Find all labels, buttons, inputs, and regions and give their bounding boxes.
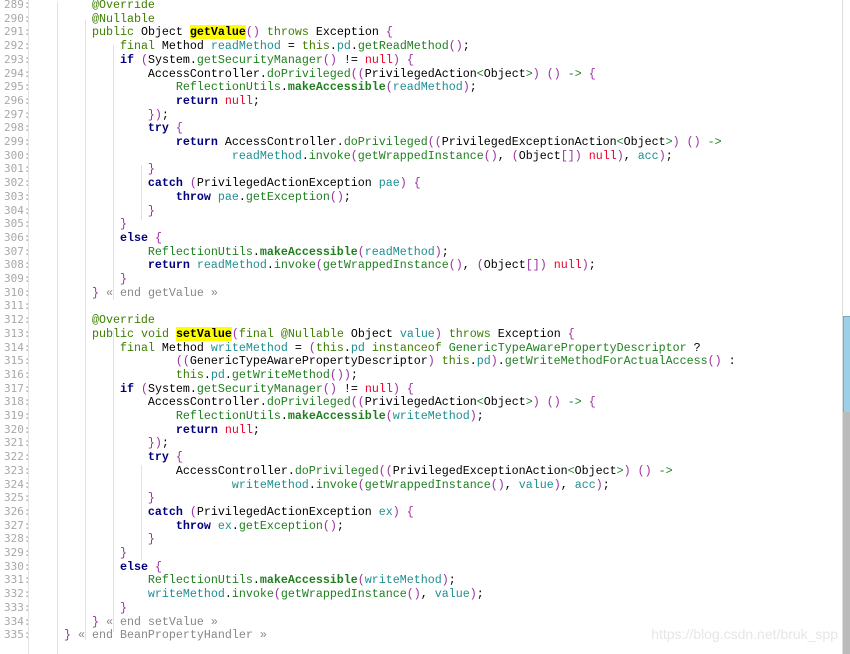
line-number: 300: — [4, 149, 31, 162]
overview-ruler[interactable] — [842, 0, 850, 654]
line-number: 292: — [4, 39, 31, 52]
code-text[interactable]: try { — [36, 450, 183, 464]
line-number: 302: — [4, 176, 31, 189]
line-number: 334: — [4, 615, 31, 628]
line-number: 290: — [4, 12, 31, 25]
code-text[interactable]: catch (PrivilegedActionException pae) { — [36, 176, 421, 190]
code-text[interactable]: throw pae.getException(); — [36, 190, 351, 204]
code-text[interactable]: else { — [36, 560, 162, 574]
line-number: 327: — [4, 519, 31, 532]
line-number: 330: — [4, 560, 31, 573]
code-text[interactable]: AccessController.doPrivileged((Privilege… — [36, 67, 596, 81]
code-text[interactable]: final Method readMethod = this.pd.getRea… — [36, 39, 470, 53]
code-text[interactable]: } — [36, 204, 155, 218]
code-text[interactable]: } — [36, 532, 155, 546]
line-number: 328: — [4, 532, 31, 545]
line-number: 320: — [4, 423, 31, 436]
indent-guide — [141, 465, 142, 560]
indent-guide — [113, 45, 114, 300]
line-number: 324: — [4, 478, 31, 491]
line-number: 297: — [4, 108, 31, 121]
code-text[interactable]: } « end setValue » — [36, 615, 218, 629]
line-number: 312: — [4, 313, 31, 326]
line-number: 309: — [4, 272, 31, 285]
code-text[interactable]: if (System.getSecurityManager() != null)… — [36, 53, 414, 67]
code-text[interactable]: ReflectionUtils.makeAccessible(writeMeth… — [36, 573, 456, 587]
indent-guide — [85, 20, 86, 640]
code-text[interactable]: AccessController.doPrivileged((Privilege… — [36, 464, 673, 478]
line-number: 293: — [4, 53, 31, 66]
indent-guide — [113, 330, 114, 632]
line-number: 299: — [4, 135, 31, 148]
code-text[interactable]: AccessController.doPrivileged((Privilege… — [36, 395, 596, 409]
code-text[interactable]: if (System.getSecurityManager() != null)… — [36, 382, 414, 396]
line-number: 308: — [4, 258, 31, 271]
code-text[interactable]: writeMethod.invoke(getWrappedInstance(),… — [36, 587, 484, 601]
code-text[interactable]: public Object getValue() throws Exceptio… — [36, 25, 393, 39]
line-number: 318: — [4, 395, 31, 408]
line-number: 335: — [4, 628, 31, 641]
line-number: 303: — [4, 190, 31, 203]
line-number: 331: — [4, 573, 31, 586]
line-number: 298: — [4, 121, 31, 134]
line-number: 306: — [4, 231, 31, 244]
code-text[interactable]: ReflectionUtils.makeAccessible(readMetho… — [36, 80, 477, 94]
code-text[interactable]: ReflectionUtils.makeAccessible(readMetho… — [36, 245, 449, 259]
code-text[interactable]: }); — [36, 436, 169, 450]
code-text[interactable]: @Override — [36, 0, 155, 12]
line-number: 313: — [4, 327, 31, 340]
code-text[interactable]: return null; — [36, 423, 260, 437]
line-number: 305: — [4, 217, 31, 230]
line-number: 326: — [4, 505, 31, 518]
indent-guide — [141, 165, 142, 220]
line-number: 323: — [4, 464, 31, 477]
line-number: 333: — [4, 601, 31, 614]
code-text[interactable]: public void setValue(final @Nullable Obj… — [36, 327, 575, 341]
line-number: 317: — [4, 382, 31, 395]
code-text[interactable]: return AccessController.doPrivileged((Pr… — [36, 135, 722, 149]
line-number: 315: — [4, 354, 31, 367]
code-text[interactable]: } « end BeanPropertyHandler » — [36, 628, 267, 642]
code-text[interactable]: throw ex.getException(); — [36, 519, 344, 533]
code-text[interactable]: return null; — [36, 94, 260, 108]
code-text[interactable]: writeMethod.invoke(getWrappedInstance(),… — [36, 478, 610, 492]
line-number: 304: — [4, 204, 31, 217]
line-number: 289: — [4, 0, 31, 11]
line-number: 294: — [4, 67, 31, 80]
line-number: 310: — [4, 286, 31, 299]
line-number: 325: — [4, 491, 31, 504]
line-number: 314: — [4, 341, 31, 354]
line-number: 301: — [4, 162, 31, 175]
code-text[interactable]: return readMethod.invoke(getWrappedInsta… — [36, 258, 596, 272]
overview-viewport[interactable] — [843, 316, 850, 413]
code-text[interactable]: @Override — [36, 313, 155, 327]
code-text[interactable]: try { — [36, 121, 183, 135]
line-number: 322: — [4, 450, 31, 463]
code-text[interactable]: }); — [36, 108, 169, 122]
indent-guide — [57, 2, 58, 654]
code-text[interactable]: } « end getValue » — [36, 286, 218, 300]
code-text[interactable]: else { — [36, 231, 162, 245]
overview-ruler-remaining — [843, 412, 850, 654]
line-number: 311: — [4, 299, 31, 312]
code-text[interactable]: final Method writeMethod = (this.pd inst… — [36, 341, 701, 355]
code-text[interactable]: catch (PrivilegedActionException ex) { — [36, 505, 414, 519]
line-number: 291: — [4, 25, 31, 38]
line-number: 332: — [4, 587, 31, 600]
line-number: 296: — [4, 94, 31, 107]
line-number: 321: — [4, 436, 31, 449]
line-number: 329: — [4, 546, 31, 559]
code-text[interactable]: ReflectionUtils.makeAccessible(writeMeth… — [36, 409, 484, 423]
code-text[interactable]: readMethod.invoke(getWrappedInstance(), … — [36, 149, 673, 163]
line-number: 307: — [4, 245, 31, 258]
watermark: https://blog.csdn.net/bruk_spp — [651, 626, 838, 642]
code-text[interactable]: ((GenericTypeAwarePropertyDescriptor) th… — [36, 354, 736, 368]
code-text[interactable]: } — [36, 491, 155, 505]
code-text[interactable]: @Nullable — [36, 12, 155, 26]
code-editor[interactable]: 289: @Override 290: @Nullable 291: public … — [0, 0, 842, 654]
code-text[interactable]: } — [36, 162, 155, 176]
line-number: 319: — [4, 409, 31, 422]
line-number: 316: — [4, 368, 31, 381]
line-number: 295: — [4, 80, 31, 93]
